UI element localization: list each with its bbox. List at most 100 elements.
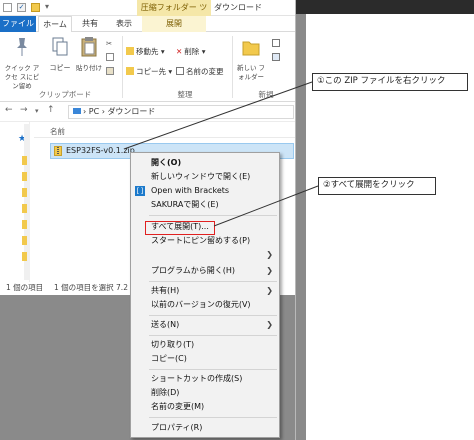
rename-label: 名前の変更 <box>186 67 224 76</box>
paste-label: 貼り付け <box>76 64 102 72</box>
zip-file-icon <box>54 146 62 156</box>
background-dark-strip <box>296 0 474 14</box>
copy-button[interactable]: コピー <box>48 36 72 73</box>
name-column-header[interactable]: 名前 <box>50 126 65 137</box>
copy-path-button[interactable] <box>106 52 116 63</box>
menu-create-shortcut[interactable]: ショートカットの作成(S) <box>131 372 279 386</box>
menu-separator <box>149 369 277 370</box>
background-gray-strip <box>296 14 306 440</box>
pin-label: クイック アクセ スにピン留め <box>4 64 40 90</box>
menu-cut[interactable]: 切り取り(T) <box>131 338 279 352</box>
tab-extract[interactable]: 展開 <box>142 16 206 32</box>
paste-shortcut-button[interactable] <box>106 66 116 77</box>
menu-blank-submenu[interactable]: ❯ <box>131 248 279 262</box>
address-row: ← → ▾ ↑ › PC › ダウンロード <box>0 102 295 122</box>
menu-open[interactable]: 開く(O) <box>131 156 279 170</box>
nav-folder-icon[interactable] <box>22 220 27 229</box>
copy-path-icon <box>106 53 114 61</box>
tab-home[interactable]: ホーム <box>38 16 72 33</box>
copy-to-icon <box>126 67 134 75</box>
callout-step1: ①この ZIP ファイルを右クリック <box>312 73 468 91</box>
menu-separator <box>149 215 277 216</box>
menu-open-with-brackets-label: Open with Brackets <box>151 186 230 195</box>
move-to-button[interactable]: 移動先 ▾ <box>126 46 165 57</box>
nav-folder-icon[interactable] <box>22 188 27 197</box>
tab-share[interactable]: 共有 <box>74 16 106 32</box>
ribbon-separator <box>232 36 233 98</box>
new-folder-quick-icon[interactable] <box>31 3 40 12</box>
menu-send-to-label: 送る(N) <box>151 320 180 329</box>
customize-quick-access-icon[interactable]: ▾ <box>45 2 49 11</box>
system-menu-icon[interactable] <box>3 3 12 12</box>
tab-view[interactable]: 表示 <box>108 16 140 32</box>
menu-open-new-window[interactable]: 新しいウィンドウで開く(E) <box>131 170 279 184</box>
window-title: ダウンロード <box>214 3 262 12</box>
context-menu: 開く(O) 新しいウィンドウで開く(E) [] Open with Bracke… <box>130 152 280 438</box>
chevron-right-icon: ❯ <box>266 286 273 295</box>
menu-copy[interactable]: コピー(C) <box>131 352 279 366</box>
rename-button[interactable]: 名前の変更 <box>176 66 224 77</box>
paste-icon <box>81 37 97 57</box>
pin-quick-access-button[interactable]: クイック アクセ スにピン留め <box>2 36 42 91</box>
compressed-folder-tools-title: 圧縮フォルダー ツール <box>137 0 211 28</box>
recent-chevron-icon[interactable]: ▾ <box>35 107 39 115</box>
forward-arrow-icon[interactable]: → <box>20 105 28 115</box>
address-path: › PC › ダウンロード <box>83 107 156 116</box>
menu-open-with[interactable]: プログラムから開く(H) ❯ <box>131 264 279 278</box>
menu-rename[interactable]: 名前の変更(M) <box>131 400 279 414</box>
menu-properties[interactable]: プロパティ(R) <box>131 421 279 435</box>
nav-folder-icon[interactable] <box>22 204 27 213</box>
menu-share-label: 共有(H) <box>151 286 180 295</box>
menu-pin-to-start[interactable]: スタートにピン留めする(P) <box>131 234 279 248</box>
address-bar[interactable]: › PC › ダウンロード <box>68 105 294 119</box>
up-arrow-icon[interactable]: ↑ <box>47 105 55 115</box>
menu-open-sakura[interactable]: SAKURAで開く(E) <box>131 198 279 212</box>
cut-button[interactable]: ✂ <box>106 38 112 49</box>
ribbon-home: クイック アクセ スにピン留め コピー 貼り付け ✂ クリップボード 移動先 ▾… <box>0 32 295 102</box>
easy-access-button[interactable] <box>272 52 282 63</box>
scissors-icon: ✂ <box>106 39 113 48</box>
callout-step2: ②すべて展開をクリック <box>318 177 436 195</box>
delete-button[interactable]: ✕ 削除 ▾ <box>176 46 205 57</box>
back-arrow-icon[interactable]: ← <box>5 105 13 115</box>
navigation-pane: ★ <box>0 122 30 282</box>
chevron-right-icon: ❯ <box>266 320 273 329</box>
copy-to-button[interactable]: コピー先 ▾ <box>126 66 172 77</box>
properties-quick-icon[interactable]: ✓ <box>17 3 26 12</box>
menu-restore-previous[interactable]: 以前のバージョンの復元(V) <box>131 298 279 312</box>
move-to-label: 移動先 <box>136 47 159 56</box>
new-folder-button[interactable]: 新しい フォルダー <box>234 36 268 82</box>
tab-file[interactable]: ファイル <box>0 16 36 32</box>
chevron-right-icon: ❯ <box>266 250 273 259</box>
nav-folder-icon[interactable] <box>22 236 27 245</box>
menu-delete[interactable]: 削除(D) <box>131 386 279 400</box>
menu-separator <box>149 315 277 316</box>
paste-shortcut-icon <box>106 67 114 75</box>
nav-folder-icon[interactable] <box>22 252 27 261</box>
new-group-label: 新規 <box>258 90 274 99</box>
ribbon-tabs: ファイル ホーム 共有 表示 展開 <box>0 16 295 33</box>
extract-all-highlight-box <box>145 221 215 235</box>
title-bar: ✓ ▾ 圧縮フォルダー ツール ダウンロード <box>0 0 295 28</box>
pc-icon <box>73 108 81 114</box>
status-selected: 1 個の項目を選択 7.2 <box>54 283 128 292</box>
menu-send-to[interactable]: 送る(N) ❯ <box>131 318 279 332</box>
ribbon-separator <box>122 36 123 98</box>
brackets-icon: [] <box>135 186 145 196</box>
new-folder-label: 新しい フォルダー <box>236 64 266 81</box>
menu-separator <box>149 417 277 418</box>
menu-separator <box>149 335 277 336</box>
new-item-button[interactable] <box>272 38 282 49</box>
easy-access-icon <box>272 53 280 61</box>
chevron-down-icon: ▾ <box>168 67 173 76</box>
chevron-down-icon: ▾ <box>160 47 165 56</box>
nav-folder-icon[interactable] <box>22 172 27 181</box>
copy-label: コピー <box>49 64 71 72</box>
menu-share[interactable]: 共有(H) ❯ <box>131 284 279 298</box>
paste-button[interactable]: 貼り付け <box>76 36 102 73</box>
rename-icon <box>176 67 184 75</box>
file-name: ESP32FS-v0.1.zip <box>66 146 135 155</box>
chevron-right-icon: ❯ <box>266 266 273 275</box>
menu-open-with-brackets[interactable]: [] Open with Brackets <box>131 184 279 198</box>
nav-folder-icon[interactable] <box>22 156 27 165</box>
